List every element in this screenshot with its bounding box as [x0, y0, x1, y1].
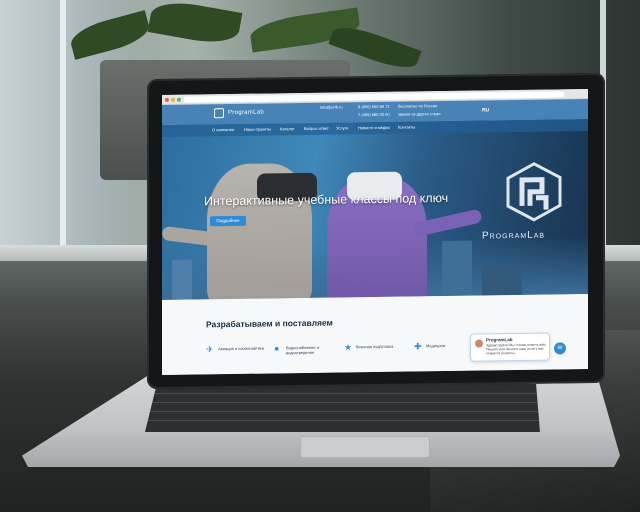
- nav-item-catalog[interactable]: Каталог: [280, 126, 295, 131]
- nav-item-services[interactable]: Услуги: [336, 125, 348, 130]
- phone-note: звонки из других стран: [398, 111, 441, 117]
- nav-item-news[interactable]: Новости и медиа: [358, 125, 390, 130]
- email-link[interactable]: info@pl-lb.ru: [320, 104, 343, 109]
- laptop-keyboard: [145, 384, 540, 432]
- logo-icon[interactable]: [214, 108, 224, 119]
- chat-widget[interactable]: ProgramLab Здравствуйте! Мы готовы помоч…: [470, 332, 550, 362]
- language-switch[interactable]: RU: [482, 107, 489, 113]
- minimize-dot-icon[interactable]: [171, 97, 175, 102]
- chat-message: Здравствуйте! Мы готовы помочь вам. Пиши…: [486, 342, 547, 356]
- nav-item-about[interactable]: О компании: [212, 127, 234, 132]
- drop-icon: ●: [274, 343, 280, 354]
- nav-item-contacts[interactable]: Контакты: [398, 124, 415, 129]
- avatar: [475, 339, 483, 348]
- phone-region[interactable]: 7 (499) 685 02 00: [358, 112, 390, 117]
- nav-item-projects[interactable]: Наши проекты: [244, 126, 271, 131]
- window-frame: [60, 0, 66, 250]
- laptop-screen: Интерактивные учебные классы под ключ По…: [162, 89, 588, 375]
- programlab-logo-icon: [506, 162, 562, 222]
- products-section: Разрабатываем и поставляем ✈ Авиация и к…: [162, 294, 588, 375]
- section-title: Разрабатываем и поставляем: [206, 317, 333, 330]
- chat-name: ProgramLab: [486, 337, 513, 343]
- plane-icon: ✈: [206, 344, 214, 355]
- maximize-dot-icon[interactable]: [177, 97, 181, 102]
- medic-icon: ✚: [414, 341, 422, 352]
- hero-banner: Интерактивные учебные классы под ключ По…: [162, 119, 588, 300]
- logo-text[interactable]: ProgramLab: [228, 110, 264, 117]
- phone-main[interactable]: 8 (800) 550 89 72: [358, 104, 390, 109]
- close-dot-icon[interactable]: [165, 97, 169, 102]
- phone-note: бесплатно по России: [398, 103, 438, 109]
- more-button[interactable]: Подробнее: [210, 215, 246, 227]
- chat-bubble-icon: ✉: [557, 345, 563, 352]
- laptop-touchpad: [300, 436, 430, 458]
- hero-brand-text: ProgramLab: [482, 229, 546, 242]
- chat-open-button[interactable]: ✉: [554, 342, 566, 355]
- nav-item-faq[interactable]: Вопрос-ответ: [304, 126, 329, 131]
- star-icon: ★: [344, 342, 353, 353]
